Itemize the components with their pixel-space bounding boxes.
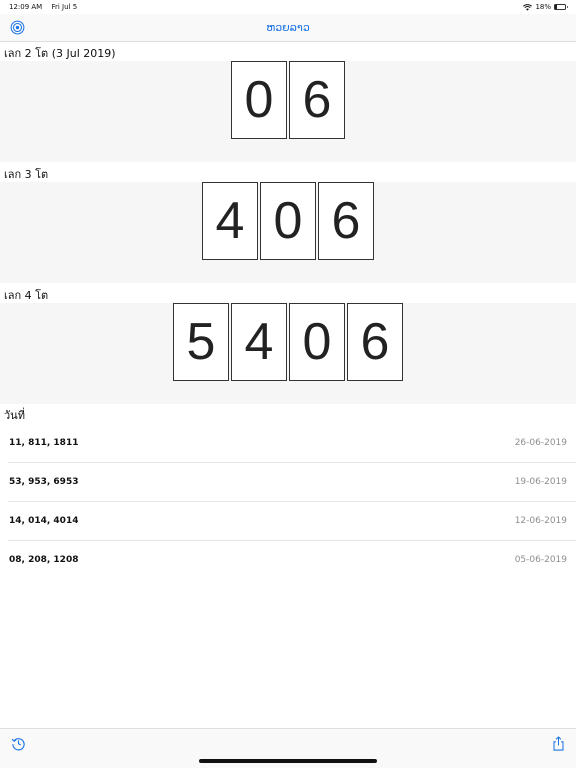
digit-row-2digit: 0 6 <box>0 61 576 162</box>
list-item[interactable]: 14, 014, 4014 12-06-2019 <box>8 502 576 541</box>
item-date: 19-06-2019 <box>514 477 567 487</box>
digit-box: 5 <box>173 303 229 381</box>
digit-panel-2digit: 0 6 <box>0 61 576 162</box>
item-numbers: 08, 208, 1208 <box>9 555 79 565</box>
item-numbers: 14, 014, 4014 <box>9 516 79 526</box>
digit-box: 0 <box>260 182 316 260</box>
history-label: วันที่ <box>4 409 25 422</box>
digit-box: 6 <box>347 303 403 381</box>
digit-row-3digit: 4 0 6 <box>0 182 576 283</box>
section-label-2digit: เลก 2 โต (3 Jul 2019) <box>4 47 116 60</box>
item-numbers: 53, 953, 6953 <box>9 477 79 487</box>
section-label-3digit: เลก 3 โต <box>4 168 49 181</box>
history-icon[interactable] <box>11 736 26 751</box>
digit-panel-3digit: 4 0 6 <box>0 182 576 283</box>
item-date: 12-06-2019 <box>514 516 567 526</box>
battery-icon <box>554 4 568 10</box>
digit-box: 0 <box>231 61 287 139</box>
digit-box: 0 <box>289 303 345 381</box>
wifi-icon <box>523 3 533 11</box>
list-item[interactable]: 08, 208, 1208 05-06-2019 <box>8 541 576 580</box>
nav-bar: ຫວຍລາວ <box>0 14 576 42</box>
status-bar: 12:09 AM Fri Jul 5 18% <box>0 0 576 14</box>
nav-title: ຫວຍລາວ <box>266 21 310 34</box>
digit-row-4digit: 5 4 0 6 <box>0 303 576 404</box>
status-time: 12:09 AM <box>9 3 43 11</box>
list-item[interactable]: 53, 953, 6953 19-06-2019 <box>8 463 576 502</box>
home-indicator <box>199 759 377 763</box>
digit-box: 4 <box>202 182 258 260</box>
digit-box: 6 <box>318 182 374 260</box>
status-right: 18% <box>523 3 568 11</box>
item-numbers: 11, 811, 1811 <box>9 438 79 448</box>
status-left: 12:09 AM Fri Jul 5 <box>9 3 84 11</box>
battery-fill <box>555 5 557 9</box>
item-date: 05-06-2019 <box>514 555 567 565</box>
share-icon[interactable] <box>551 736 566 751</box>
status-date: Fri Jul 5 <box>51 3 78 11</box>
digit-box: 6 <box>289 61 345 139</box>
digit-box: 4 <box>231 303 287 381</box>
list-item[interactable]: 11, 811, 1811 26-06-2019 <box>8 424 576 463</box>
history-list: 11, 811, 1811 26-06-2019 53, 953, 6953 1… <box>0 424 576 580</box>
digit-panel-4digit: 5 4 0 6 <box>0 303 576 404</box>
battery-percent: 18% <box>535 3 551 11</box>
section-label-4digit: เลก 4 โต <box>4 289 49 302</box>
item-date: 26-06-2019 <box>514 438 567 448</box>
